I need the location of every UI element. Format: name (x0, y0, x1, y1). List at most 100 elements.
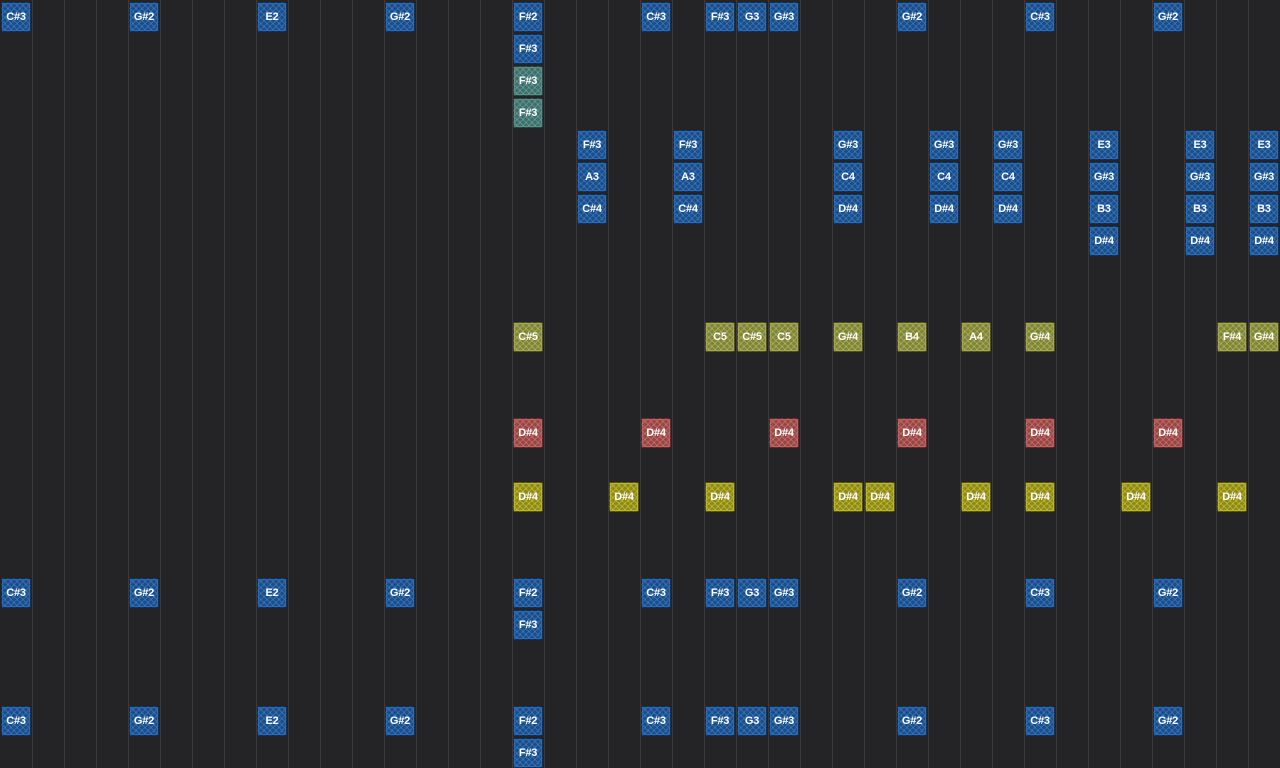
note-block[interactable]: D#4 (897, 418, 927, 448)
note-block[interactable]: G#2 (897, 706, 927, 736)
note-block[interactable]: G#2 (1153, 706, 1183, 736)
note-block[interactable]: G#3 (769, 578, 799, 608)
note-block[interactable]: G#3 (929, 130, 959, 160)
note-block[interactable]: C5 (769, 322, 799, 352)
note-block[interactable]: G#4 (1025, 322, 1055, 352)
note-block[interactable]: D#4 (1089, 226, 1119, 256)
note-block[interactable]: F#2 (513, 578, 543, 608)
note-block[interactable]: D#4 (929, 194, 959, 224)
note-block[interactable]: G#2 (129, 2, 159, 32)
note-block[interactable]: C#3 (1, 578, 31, 608)
note-block[interactable]: C#5 (737, 322, 767, 352)
note-block[interactable]: G#3 (993, 130, 1023, 160)
grid-column-line (928, 0, 929, 768)
note-block[interactable]: F#4 (1217, 322, 1247, 352)
note-grid[interactable]: C#3 G#2 E2 G#2 F#2 C#3 F#3 G3 G#3 G#2 C#3 G#2 F#3 F#3… (0, 0, 1280, 768)
note-block[interactable]: G#3 (769, 706, 799, 736)
note-block[interactable]: D#4 (993, 194, 1023, 224)
note-block[interactable]: F#3 (705, 2, 735, 32)
note-block[interactable]: G#4 (1249, 322, 1279, 352)
note-block[interactable]: C#3 (1025, 706, 1055, 736)
note-block[interactable]: C#3 (641, 2, 671, 32)
note-block[interactable]: D#4 (1217, 482, 1247, 512)
note-block[interactable]: C#3 (1, 706, 31, 736)
grid-column-line (32, 0, 33, 768)
grid-column-line (1120, 0, 1121, 768)
note-block[interactable]: A3 (673, 162, 703, 192)
note-block[interactable]: G#3 (1249, 162, 1279, 192)
note-block[interactable]: F#3 (673, 130, 703, 160)
grid-column-line (416, 0, 417, 768)
note-block[interactable]: F#3 (513, 98, 543, 128)
note-block[interactable]: D#4 (769, 418, 799, 448)
note-block[interactable]: G3 (737, 578, 767, 608)
note-block[interactable]: D#4 (1121, 482, 1151, 512)
grid-column-line (800, 0, 801, 768)
note-block[interactable]: F#3 (513, 34, 543, 64)
grid-column-line (256, 0, 257, 768)
note-block[interactable]: C#4 (673, 194, 703, 224)
note-block[interactable]: F#3 (577, 130, 607, 160)
note-block[interactable]: G#3 (769, 2, 799, 32)
note-block[interactable]: D#4 (1153, 418, 1183, 448)
note-block[interactable]: D#4 (1249, 226, 1279, 256)
note-block[interactable]: F#3 (513, 738, 543, 768)
note-block[interactable]: F#2 (513, 706, 543, 736)
note-block[interactable]: G#3 (833, 130, 863, 160)
note-block[interactable]: E2 (257, 2, 287, 32)
note-block[interactable]: E3 (1089, 130, 1119, 160)
note-block[interactable]: G#2 (385, 706, 415, 736)
note-block[interactable]: D#4 (513, 482, 543, 512)
note-block[interactable]: G#2 (385, 578, 415, 608)
note-block[interactable]: F#2 (513, 2, 543, 32)
note-block[interactable]: D#4 (833, 482, 863, 512)
note-block[interactable]: B3 (1185, 194, 1215, 224)
note-block[interactable]: D#4 (833, 194, 863, 224)
note-block[interactable]: A4 (961, 322, 991, 352)
note-block[interactable]: D#4 (513, 418, 543, 448)
note-block[interactable]: F#3 (513, 610, 543, 640)
note-block[interactable]: C#3 (641, 706, 671, 736)
note-block[interactable]: C#4 (577, 194, 607, 224)
note-block[interactable]: G#2 (129, 706, 159, 736)
note-block[interactable]: F#3 (705, 706, 735, 736)
note-block[interactable]: B4 (897, 322, 927, 352)
note-block[interactable]: F#3 (513, 66, 543, 96)
note-block[interactable]: G#2 (897, 2, 927, 32)
note-block[interactable]: C#3 (1025, 2, 1055, 32)
note-block[interactable]: G#3 (1185, 162, 1215, 192)
note-block[interactable]: C#3 (641, 578, 671, 608)
note-block[interactable]: D#4 (961, 482, 991, 512)
note-block[interactable]: G#2 (897, 578, 927, 608)
note-block[interactable]: D#4 (1025, 418, 1055, 448)
note-block[interactable]: D#4 (1025, 482, 1055, 512)
note-block[interactable]: B3 (1089, 194, 1119, 224)
note-block[interactable]: C5 (705, 322, 735, 352)
note-block[interactable]: E2 (257, 578, 287, 608)
note-block[interactable]: C4 (929, 162, 959, 192)
note-block[interactable]: G3 (737, 2, 767, 32)
note-block[interactable]: G#4 (833, 322, 863, 352)
note-block[interactable]: D#4 (641, 418, 671, 448)
note-block[interactable]: E2 (257, 706, 287, 736)
note-block[interactable]: C#3 (1, 2, 31, 32)
note-block[interactable]: G#2 (129, 578, 159, 608)
note-block[interactable]: D#4 (865, 482, 895, 512)
note-block[interactable]: F#3 (705, 578, 735, 608)
note-block[interactable]: G3 (737, 706, 767, 736)
note-block[interactable]: G#2 (385, 2, 415, 32)
note-block[interactable]: C#5 (513, 322, 543, 352)
note-block[interactable]: E3 (1249, 130, 1279, 160)
note-block[interactable]: G#2 (1153, 2, 1183, 32)
note-block[interactable]: B3 (1249, 194, 1279, 224)
note-block[interactable]: C#3 (1025, 578, 1055, 608)
note-block[interactable]: D#4 (1185, 226, 1215, 256)
note-block[interactable]: C4 (993, 162, 1023, 192)
note-block[interactable]: D#4 (705, 482, 735, 512)
note-block[interactable]: C4 (833, 162, 863, 192)
note-block[interactable]: A3 (577, 162, 607, 192)
note-block[interactable]: G#3 (1089, 162, 1119, 192)
note-block[interactable]: G#2 (1153, 578, 1183, 608)
note-block[interactable]: D#4 (609, 482, 639, 512)
note-block[interactable]: E3 (1185, 130, 1215, 160)
